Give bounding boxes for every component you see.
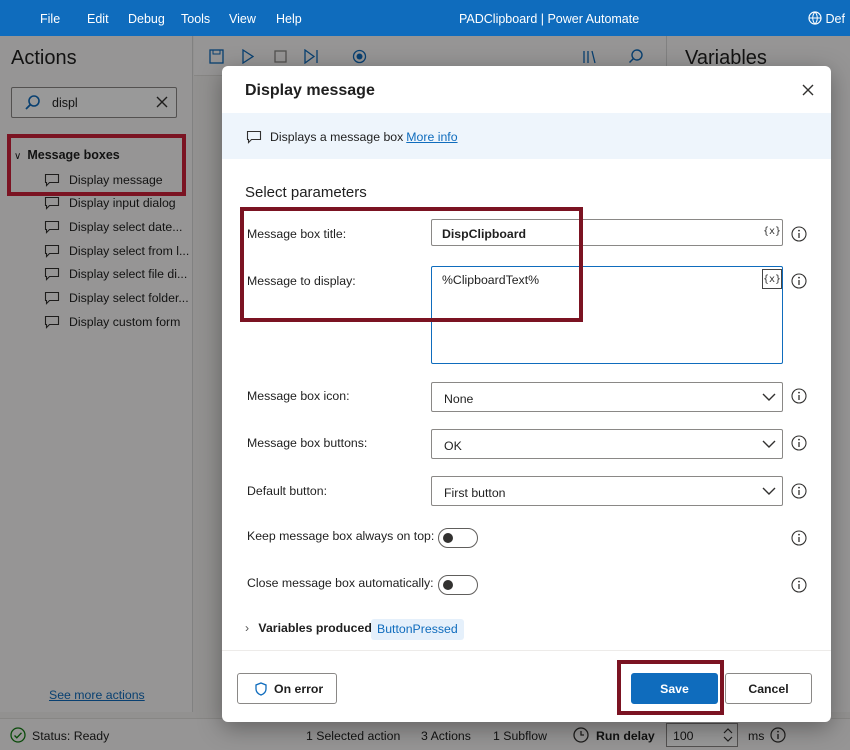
default-button-select[interactable]: First button: [431, 476, 783, 506]
title-value: DispClipboard: [442, 227, 527, 241]
title-bar: File Edit Debug Tools View Help PADClipb…: [0, 0, 850, 36]
toggle-knob: [443, 580, 453, 590]
buttons-value: OK: [444, 439, 462, 453]
dialog-title: Display message: [245, 82, 375, 99]
insert-variable-button[interactable]: {x}: [762, 222, 782, 242]
variables-produced-label: Variables produced: [258, 621, 372, 635]
autoclose-label: Close message box automatically:: [247, 576, 434, 590]
default-value: First button: [444, 486, 506, 500]
info-icon[interactable]: [791, 530, 807, 546]
info-icon[interactable]: [791, 226, 807, 242]
on-error-button[interactable]: On error: [237, 673, 337, 704]
chevron-down-icon: [762, 393, 776, 401]
footer-divider: [222, 650, 831, 651]
close-automatically-toggle[interactable]: [438, 575, 478, 595]
message-value: %ClipboardText%: [442, 273, 540, 287]
info-icon[interactable]: [791, 483, 807, 499]
toggle-knob: [443, 533, 453, 543]
icon-value: None: [444, 392, 474, 406]
variable-chip[interactable]: ButtonPressed: [371, 619, 464, 640]
dialog-info-bar: Displays a message box More info: [222, 113, 831, 159]
info-icon[interactable]: [791, 273, 807, 289]
buttons-label: Message box buttons:: [247, 436, 368, 450]
chevron-right-icon: ›: [245, 621, 250, 635]
message-box-icon-select[interactable]: None: [431, 382, 783, 412]
variables-produced-toggle[interactable]: › Variables produced: [245, 621, 372, 635]
menu-file[interactable]: File: [40, 0, 60, 36]
always-on-top-toggle[interactable]: [438, 528, 478, 548]
message-box-title-input[interactable]: DispClipboard: [431, 219, 783, 246]
menu-help[interactable]: Help: [276, 0, 302, 36]
chevron-down-icon: [762, 440, 776, 448]
on-error-label: On error: [274, 682, 324, 696]
cancel-button[interactable]: Cancel: [725, 673, 812, 704]
icon-label: Message box icon:: [247, 389, 350, 403]
info-icon[interactable]: [791, 435, 807, 451]
environment-label: Def: [825, 12, 845, 26]
default-button-label: Default button:: [247, 484, 327, 498]
globe-icon: [808, 11, 822, 25]
section-title: Select parameters: [245, 184, 367, 201]
menu-tools[interactable]: Tools: [181, 0, 210, 36]
menu-view[interactable]: View: [229, 0, 256, 36]
message-label: Message to display:: [247, 274, 356, 288]
chevron-down-icon: [762, 487, 776, 495]
close-icon[interactable]: [800, 82, 816, 98]
ontop-label: Keep message box always on top:: [247, 529, 435, 543]
menu-debug[interactable]: Debug: [128, 0, 165, 36]
message-icon: [246, 130, 262, 144]
title-label: Message box title:: [247, 227, 347, 241]
info-icon[interactable]: [791, 577, 807, 593]
display-message-dialog: Display message Displays a message box Mo…: [222, 66, 831, 722]
menu-edit[interactable]: Edit: [87, 0, 109, 36]
info-icon[interactable]: [791, 388, 807, 404]
shield-icon: [255, 682, 267, 696]
message-box-buttons-select[interactable]: OK: [431, 429, 783, 459]
insert-variable-button[interactable]: {x}: [762, 269, 782, 289]
window-title: PADClipboard | Power Automate: [459, 12, 640, 26]
save-button[interactable]: Save: [631, 673, 718, 704]
environment-picker[interactable]: Def: [808, 11, 845, 26]
more-info-link[interactable]: More info: [406, 130, 457, 144]
message-to-display-input[interactable]: %ClipboardText%: [431, 266, 783, 364]
info-text: Displays a message box More info: [270, 130, 458, 144]
info-description: Displays a message box: [270, 130, 404, 144]
